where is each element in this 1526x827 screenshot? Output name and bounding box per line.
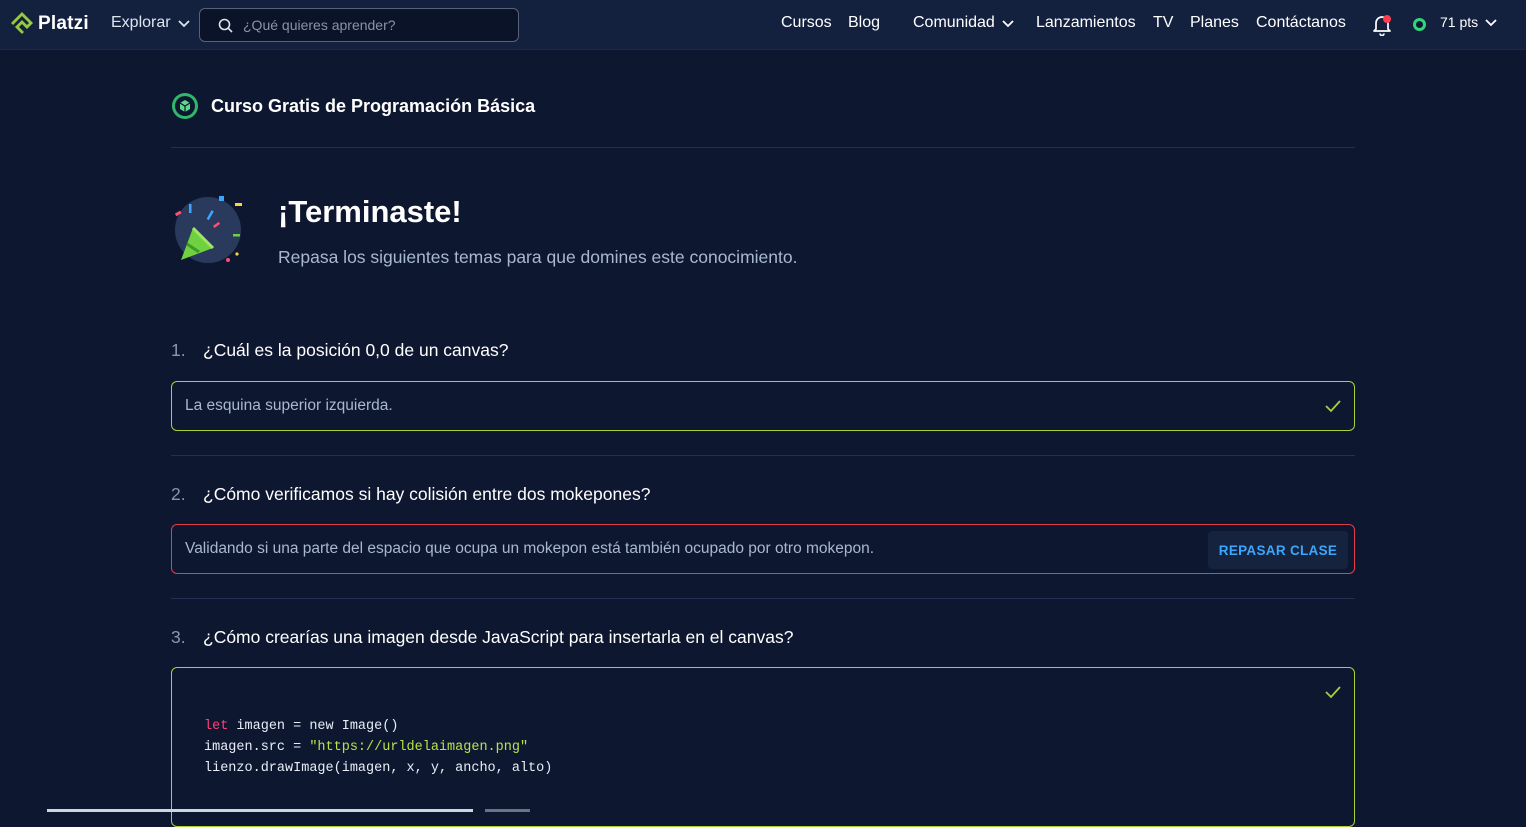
answer-correct: La esquina superior izquierda. (171, 381, 1355, 431)
question-1: 1. ¿Cuál es la posición 0,0 de un canvas… (171, 340, 508, 361)
divider (171, 598, 1355, 599)
search-input[interactable] (241, 16, 511, 34)
check-icon (1325, 686, 1341, 699)
chevron-down-icon (1002, 20, 1014, 28)
question-text: ¿Cómo verificamos si hay colisión entre … (203, 484, 651, 504)
notification-dot (1383, 15, 1391, 23)
nav-cursos[interactable]: Cursos (781, 14, 832, 32)
code-line-3: lienzo.drawImage(imagen, x, y, ancho, al… (204, 761, 553, 776)
code-keyword: let (204, 719, 229, 734)
question-number: 1. (171, 340, 186, 360)
question-text: ¿Cuál es la posición 0,0 de un canvas? (203, 340, 509, 360)
explore-dropdown[interactable]: Explorar (111, 14, 191, 32)
nav-tv[interactable]: TV (1153, 14, 1173, 32)
course-title: Curso Gratis de Programación Básica (211, 95, 536, 116)
code-string: "https://urldelaimagen.png" (309, 740, 529, 755)
review-class-button[interactable]: REPASAR CLASE (1208, 531, 1348, 569)
answer-text: La esquina superior izquierda. (185, 397, 393, 414)
result-title: ¡Terminaste! (278, 194, 462, 229)
nav-blog[interactable]: Blog (848, 14, 880, 32)
question-2: 2. ¿Cómo verificamos si hay colisión ent… (171, 484, 650, 505)
chevron-down-icon (1485, 19, 1497, 27)
search-icon (218, 18, 233, 33)
divider (171, 147, 1355, 148)
result-subtitle: Repasa los siguientes temas para que dom… (278, 247, 798, 267)
answer-correct-code: let imagen = new Image() imagen.src = "h… (171, 667, 1355, 827)
question-3: 3. ¿Cómo crearías una imagen desde JavaS… (171, 627, 793, 648)
logo-text: Platzi (38, 13, 89, 34)
explore-label: Explorar (111, 14, 171, 31)
nav-contacto[interactable]: Contáctanos (1256, 14, 1346, 32)
code-text: imagen = new Image() (228, 719, 399, 734)
points-label: 71 pts (1440, 14, 1479, 30)
nav-comunidad-dropdown[interactable]: Comunidad (913, 14, 1015, 32)
code-text: imagen.src = (204, 740, 310, 755)
answer-incorrect: Validando si una parte del espacio que o… (171, 524, 1355, 574)
nav-planes[interactable]: Planes (1190, 14, 1239, 32)
user-avatar[interactable] (1413, 18, 1426, 31)
answer-text: Validando si una parte del espacio que o… (185, 540, 875, 557)
question-number: 2. (171, 484, 186, 504)
nav-comunidad-label: Comunidad (913, 14, 995, 31)
divider (171, 455, 1355, 456)
code-line-2: imagen.src = "https://urldelaimagen.png" (204, 740, 528, 755)
question-text: ¿Cómo crearías una imagen desde JavaScri… (203, 627, 794, 647)
chevron-down-icon (177, 20, 190, 28)
user-points-menu[interactable]: 71 pts (1440, 14, 1498, 30)
nav-lanzamientos[interactable]: Lanzamientos (1036, 14, 1136, 32)
search-box[interactable] (199, 8, 519, 42)
check-icon (1325, 400, 1341, 413)
top-navbar: Platzi Explorar Cursos Blog Comunidad La… (0, 0, 1526, 50)
code-line-1: let imagen = new Image() (204, 719, 398, 734)
course-header[interactable]: Curso Gratis de Programación Básica (171, 92, 535, 120)
platzi-logo-icon (11, 12, 33, 34)
course-badge-icon (172, 93, 198, 119)
platzi-logo[interactable]: Platzi (10, 11, 89, 37)
question-number: 3. (171, 627, 186, 647)
code-block: let imagen = new Image() imagen.src = "h… (204, 716, 552, 779)
party-popper-icon (174, 196, 242, 263)
